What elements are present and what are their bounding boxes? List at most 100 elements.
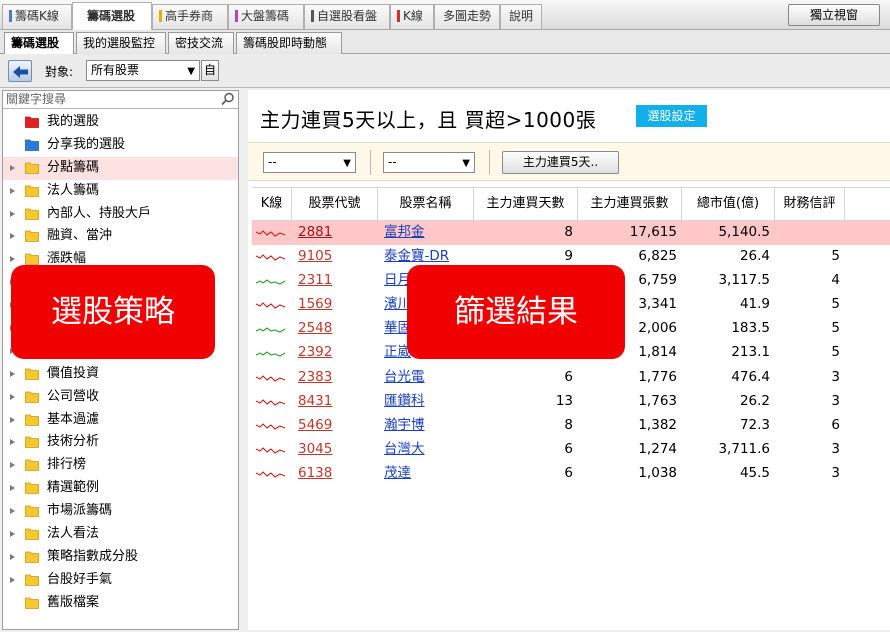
tab-help[interactable]: 說明 (500, 4, 542, 29)
expand-arrow-icon[interactable] (10, 553, 15, 560)
expand-arrow-icon[interactable] (10, 164, 15, 171)
filter-dropdown-2[interactable]: -- ▼ (383, 152, 475, 173)
stock-code-link[interactable]: 2383 (292, 366, 378, 390)
tree-item[interactable]: 排行榜 (3, 454, 238, 477)
column-header[interactable]: 總市值(億) (682, 188, 775, 220)
subtab-tips-exchange[interactable]: 密技交流 (168, 32, 234, 54)
expand-arrow-icon[interactable] (10, 233, 15, 240)
table-row[interactable]: 2881 富邦金 8 17,615 5,140.5 (252, 221, 890, 246)
sparkline-cell[interactable] (252, 414, 292, 438)
tab-chip-kline[interactable]: 籌碼K線 (2, 4, 72, 29)
tree-item-label: 台股好手氣 (47, 571, 113, 587)
tab-market-chips[interactable]: 大盤籌碼 (228, 4, 304, 29)
tree-item-label: 法人看法 (47, 526, 100, 542)
keyword-search-input[interactable]: 關鍵字搜尋 (3, 91, 238, 109)
stock-code-link[interactable]: 2881 (292, 221, 378, 245)
sparkline-cell[interactable] (252, 390, 292, 414)
tree-item[interactable]: 技術分析 (3, 431, 238, 454)
tree-item[interactable]: 台股好手氣 (3, 569, 238, 592)
tab-watchlist[interactable]: 自選股看盤 (304, 4, 390, 29)
stock-code-link[interactable]: 6138 (292, 462, 378, 486)
column-header[interactable]: 主力連買張數 (578, 188, 682, 220)
tree-item[interactable]: 融資、當沖 (3, 225, 238, 248)
tree-item[interactable]: 基本過濾 (3, 409, 238, 432)
table-row[interactable]: 5469 瀚宇博 8 1,382 72.3 6 (252, 414, 890, 438)
stock-name-link[interactable]: 瀚宇博 (378, 414, 474, 438)
tree-item[interactable]: 市場派籌碼 (3, 500, 238, 523)
expand-arrow-icon[interactable] (10, 210, 15, 217)
filter-dropdown-1[interactable]: -- ▼ (263, 152, 356, 173)
stock-code-link[interactable]: 9105 (292, 245, 378, 269)
standalone-window-button[interactable]: 獨立視窗 (788, 4, 880, 26)
table-row[interactable]: 2383 台光電 6 1,776 476.4 3 (252, 366, 890, 390)
expand-arrow-icon[interactable] (10, 462, 15, 469)
column-header[interactable]: 財務信評 (775, 188, 845, 220)
stock-code-link[interactable]: 2548 (292, 317, 378, 341)
tab-chip-screener[interactable]: 籌碼選股 (72, 2, 152, 30)
table-row[interactable]: 3045 台灣大 6 1,274 3,711.6 3 (252, 438, 890, 462)
tab-multi-chart[interactable]: 多圖走勢 (434, 4, 500, 29)
sparkline-cell[interactable] (252, 366, 292, 390)
expand-arrow-icon[interactable] (10, 416, 15, 423)
stock-name-link[interactable]: 茂達 (378, 462, 474, 486)
tree-item[interactable]: 法人看法 (3, 523, 238, 546)
tree-item[interactable]: 價值投資 (3, 363, 238, 386)
stock-code-link[interactable]: 2392 (292, 341, 378, 365)
stock-code-link[interactable]: 8431 (292, 390, 378, 414)
expand-arrow-icon[interactable] (10, 508, 15, 515)
tree-item[interactable]: 內部人、持股大戶 (3, 203, 238, 226)
expand-arrow-icon[interactable] (10, 485, 15, 492)
tab-top-brokers[interactable]: 高手券商 (152, 4, 228, 29)
subtab-live-activity[interactable]: 籌碼股即時動態 (236, 32, 342, 54)
table-row[interactable]: 6138 茂達 6 1,038 45.5 3 (252, 462, 890, 486)
sparkline-cell[interactable] (252, 462, 292, 486)
tree-item[interactable]: 精選範例 (3, 477, 238, 500)
tree-item[interactable]: 分享我的選股 (3, 134, 238, 157)
tree-item-label: 法人籌碼 (47, 182, 100, 198)
consecutive-days: 6 (564, 440, 573, 457)
sparkline-cell[interactable] (252, 269, 292, 293)
column-header[interactable]: 股票代號 (292, 188, 378, 220)
stock-code-link[interactable]: 2311 (292, 269, 378, 293)
tree-item[interactable]: 舊版檔案 (3, 592, 238, 615)
column-header[interactable]: 主力連買天數 (474, 188, 578, 220)
expand-arrow-icon[interactable] (10, 256, 15, 263)
column-header[interactable]: 股票名稱 (378, 188, 474, 220)
stock-name-link[interactable]: 台灣大 (378, 438, 474, 462)
expand-arrow-icon[interactable] (10, 370, 15, 377)
stock-code-link[interactable]: 1569 (292, 293, 378, 317)
tree-item[interactable]: 法人籌碼 (3, 180, 238, 203)
expand-arrow-icon[interactable] (10, 187, 15, 194)
stock-name-link[interactable]: 富邦金 (378, 221, 474, 245)
target-custom-button[interactable]: 自 (201, 60, 219, 81)
sparkline-cell[interactable] (252, 317, 292, 341)
sparkline-cell[interactable] (252, 293, 292, 317)
column-header[interactable]: K線 (252, 188, 292, 220)
tree-item[interactable]: 公司營收 (3, 386, 238, 409)
sparkline-cell[interactable] (252, 221, 292, 245)
target-select[interactable]: 所有股票 ▼ (86, 60, 200, 81)
subtab-my-monitor[interactable]: 我的選股監控 (76, 32, 166, 54)
folder-icon (25, 253, 39, 266)
tree-item[interactable]: 分點籌碼 (3, 156, 238, 180)
screen-settings-button[interactable]: 選股設定 (636, 105, 707, 127)
stock-code-link[interactable]: 5469 (292, 414, 378, 438)
expand-arrow-icon[interactable] (10, 393, 15, 400)
table-row[interactable]: 8431 匯鑽科 13 1,763 26.2 3 (252, 390, 890, 414)
expand-arrow-icon[interactable] (10, 576, 15, 583)
tab-kline[interactable]: K線 (390, 4, 434, 29)
tree-item[interactable]: 我的選股 (3, 111, 238, 134)
sparkline-cell[interactable] (252, 245, 292, 269)
expand-arrow-icon[interactable] (10, 531, 15, 538)
sparkline-cell[interactable] (252, 341, 292, 365)
expand-arrow-icon[interactable] (10, 439, 15, 446)
stock-code-link[interactable]: 3045 (292, 438, 378, 462)
back-button[interactable] (8, 60, 32, 82)
sparkline-cell[interactable] (252, 438, 292, 462)
subtab-chip-screener[interactable]: 籌碼選股 (4, 32, 74, 54)
stock-name-link[interactable]: 匯鑽科 (378, 390, 474, 414)
search-icon[interactable] (221, 92, 235, 106)
tree-item[interactable]: 策略指數成分股 (3, 546, 238, 569)
stock-name-link[interactable]: 台光電 (378, 366, 474, 390)
condition-button[interactable]: 主力連買5天.. (502, 151, 619, 174)
